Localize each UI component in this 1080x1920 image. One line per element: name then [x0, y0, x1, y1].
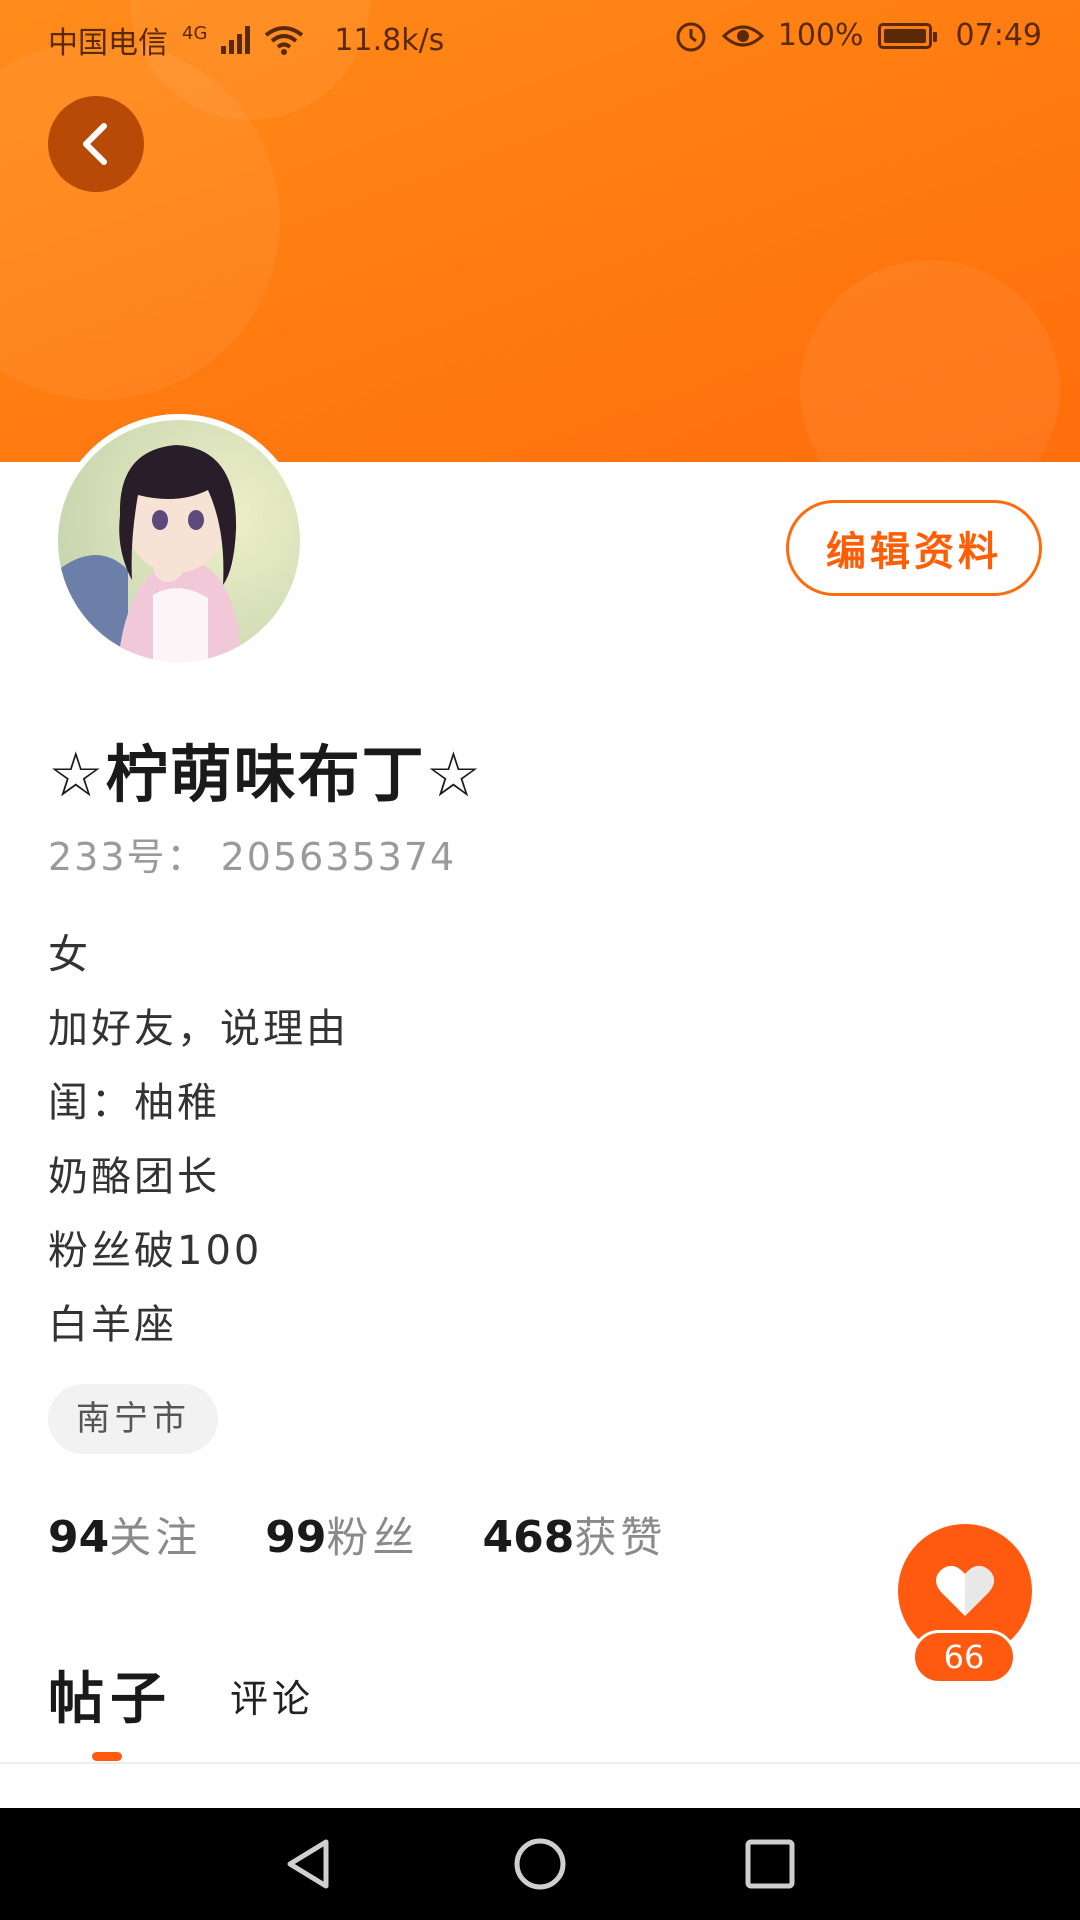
battery-icon	[877, 22, 937, 49]
back-button[interactable]	[48, 96, 144, 192]
likes-count: 468	[482, 1512, 575, 1563]
user-id: 233号： 205635374	[48, 835, 457, 879]
eye-icon	[721, 25, 764, 46]
wifi-icon	[265, 26, 304, 55]
following-label: 关注	[109, 1513, 202, 1562]
bio-line: 闺：柚稚	[48, 1080, 220, 1126]
tab-comments[interactable]: 评论	[230, 1668, 314, 1723]
bio-line: 粉丝破100	[48, 1228, 263, 1274]
carrier-name: 中国电信	[48, 26, 168, 61]
nav-home-button[interactable]	[490, 1808, 590, 1920]
followers-stat[interactable]: 99 粉丝	[265, 1504, 418, 1565]
active-tab-indicator	[92, 1752, 122, 1761]
triangle-back-icon	[287, 1839, 329, 1889]
network-type: 4G	[182, 22, 208, 44]
avatar-image	[58, 420, 300, 662]
banner-decoration	[800, 260, 1060, 462]
username: ☆柠萌味布丁☆	[48, 738, 484, 811]
bio-line: 奶酪团长	[48, 1154, 220, 1200]
like-count-badge: 66	[912, 1630, 1016, 1684]
followers-count: 99	[265, 1512, 327, 1563]
tab-posts[interactable]: 帖子	[48, 1654, 172, 1735]
network-speed: 11.8k/s	[334, 22, 445, 58]
avatar[interactable]	[52, 414, 306, 668]
bio: 女 加好友，说理由 闺：柚稚 奶酪团长 粉丝破100 白羊座	[48, 918, 349, 1362]
signal-icon	[221, 26, 251, 54]
alarm-icon	[676, 22, 706, 51]
nav-back-button[interactable]	[260, 1808, 360, 1920]
chevron-left-icon	[83, 123, 107, 165]
location-tag[interactable]: 南宁市	[48, 1384, 218, 1454]
nav-recent-button[interactable]	[720, 1808, 820, 1920]
likes-stat[interactable]: 468 获赞	[483, 1504, 667, 1565]
heart-icon	[936, 1565, 994, 1616]
following-count: 94	[48, 1512, 110, 1563]
likes-label: 获赞	[574, 1513, 667, 1562]
square-recent-icon	[745, 1839, 795, 1889]
clock: 07:49	[955, 18, 1042, 53]
edit-profile-button[interactable]: 编辑资料	[786, 500, 1042, 596]
bio-line: 女	[48, 932, 91, 978]
tab-divider	[0, 1762, 1080, 1764]
circle-home-icon	[514, 1838, 566, 1890]
bio-line: 加好友，说理由	[48, 1006, 349, 1052]
battery-percent: 100%	[777, 18, 864, 53]
system-navigation-bar	[0, 1808, 1080, 1920]
following-stat[interactable]: 94 关注	[48, 1504, 201, 1565]
bio-line: 白羊座	[48, 1302, 177, 1348]
status-bar: 中国电信 4G 11.8k/s 100% 07:49	[0, 0, 1080, 76]
followers-label: 粉丝	[326, 1513, 419, 1562]
profile-stats: 94 关注 99 粉丝 468 获赞	[48, 1504, 666, 1565]
